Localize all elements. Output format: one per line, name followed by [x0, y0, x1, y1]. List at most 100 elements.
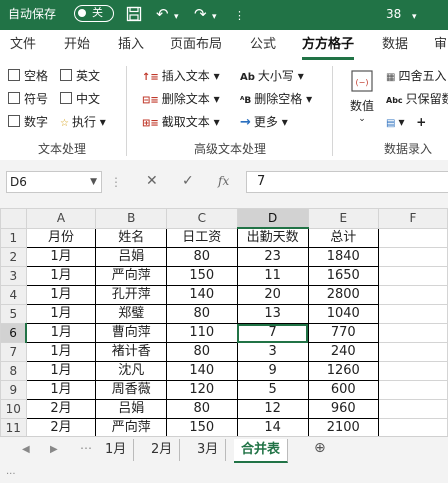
cell[interactable]: 严向萍 — [95, 418, 167, 436]
sheet-tab-mar[interactable]: 3月 — [190, 439, 227, 461]
select-all-corner[interactable] — [0, 208, 27, 229]
cell[interactable]: 13 — [236, 304, 309, 324]
cell[interactable]: 140 — [166, 361, 238, 381]
cell-empty[interactable] — [377, 304, 448, 324]
insert-function-icon[interactable]: fx — [218, 172, 229, 190]
tab-data[interactable]: 数据 — [382, 37, 408, 53]
extract-text-button[interactable]: ⊞≡ 截取文本 ▾ — [142, 114, 220, 132]
cell-empty[interactable] — [377, 342, 448, 362]
delete-text-button[interactable]: ⊟≡ 删除文本 ▾ — [142, 91, 220, 109]
row-header[interactable]: 7 — [0, 342, 27, 362]
cell[interactable]: 曹向萍 — [95, 323, 167, 343]
checkbox-symbol[interactable]: 符号 — [8, 91, 48, 107]
cell-empty[interactable] — [377, 399, 448, 419]
case-button[interactable]: Ab 大小写 ▾ — [240, 68, 304, 86]
column-header-c[interactable]: C — [166, 208, 238, 229]
cell[interactable]: 1260 — [307, 361, 379, 381]
cell[interactable]: 600 — [307, 380, 379, 400]
cell[interactable]: 960 — [307, 399, 379, 419]
add-sheet-icon[interactable]: ⊕ — [314, 440, 326, 456]
cell[interactable]: 1月 — [25, 247, 97, 267]
cell[interactable]: 严向萍 — [95, 266, 167, 286]
row-header[interactable]: 5 — [0, 304, 27, 324]
cell[interactable]: 总计 — [307, 227, 379, 248]
row-header[interactable]: 1 — [0, 227, 27, 248]
cell[interactable]: 2月 — [25, 399, 97, 419]
cell[interactable]: 110 — [166, 323, 238, 343]
cancel-icon[interactable]: ✕ — [146, 172, 158, 190]
round-button[interactable]: ▦ 四舍五入 — [386, 68, 446, 86]
cell-empty[interactable] — [377, 266, 448, 286]
column-header-b[interactable]: B — [95, 208, 167, 229]
column-header-f[interactable]: F — [377, 208, 448, 229]
column-header-d[interactable]: D — [236, 208, 309, 229]
cell[interactable]: 1月 — [25, 342, 97, 362]
cell[interactable]: 23 — [236, 247, 309, 267]
remove-space-button[interactable]: ᴬB 删除空格 ▾ — [240, 91, 312, 109]
row-header[interactable]: 10 — [0, 399, 27, 419]
sheet-tab-feb[interactable]: 2月 — [144, 439, 181, 461]
execute-button[interactable]: ☆ 执行 ▾ — [60, 114, 106, 132]
cell[interactable]: 1月 — [25, 361, 97, 381]
cell[interactable]: 2800 — [307, 285, 379, 305]
cell[interactable]: 2月 — [25, 418, 97, 436]
redo-dropdown-icon[interactable]: ▾ — [212, 9, 217, 25]
customize-icon[interactable]: ⋮ — [234, 8, 245, 24]
plus-icon[interactable]: + — [416, 115, 426, 129]
cell[interactable]: 1040 — [307, 304, 379, 324]
redo-icon[interactable]: ↷ — [194, 6, 207, 22]
cell[interactable]: 月份 — [25, 227, 97, 248]
tab-file[interactable]: 文件 — [10, 37, 36, 53]
name-box[interactable]: D6 ▼ — [6, 171, 102, 193]
tab-fangfang[interactable]: 方方格子 — [302, 37, 355, 60]
cell[interactable]: 150 — [166, 418, 238, 436]
cell[interactable]: 周香薇 — [95, 380, 167, 400]
edit-button[interactable]: ▤ ▾ + — [386, 114, 426, 132]
cell[interactable]: 80 — [166, 247, 238, 267]
cell[interactable]: 姓名 — [95, 227, 167, 248]
cell[interactable]: 孔开萍 — [95, 285, 167, 305]
cell[interactable]: 140 — [166, 285, 238, 305]
prev-sheet-icon[interactable]: ◀ — [22, 444, 30, 455]
cell[interactable]: 20 — [236, 285, 309, 305]
row-header[interactable]: 9 — [0, 380, 27, 400]
cell-empty[interactable] — [377, 227, 448, 248]
more-button[interactable]: → 更多 ▾ — [240, 114, 288, 131]
cell-empty[interactable] — [377, 380, 448, 400]
checkbox-chinese[interactable]: 中文 — [60, 91, 100, 107]
tab-page-layout[interactable]: 页面布局 — [170, 37, 222, 53]
tab-insert[interactable]: 插入 — [118, 37, 144, 53]
keep-number-button[interactable]: Abc 只保留数 — [386, 91, 448, 109]
cell[interactable]: 1月 — [25, 304, 97, 324]
row-header[interactable]: 4 — [0, 285, 27, 305]
cell[interactable]: 5 — [236, 380, 309, 400]
active-cell[interactable]: 7 — [236, 323, 309, 343]
formula-input[interactable]: 7 — [246, 171, 448, 193]
cell[interactable]: 240 — [307, 342, 379, 362]
row-header[interactable]: 3 — [0, 266, 27, 286]
cell[interactable]: 1840 — [307, 247, 379, 267]
cell[interactable]: 770 — [307, 323, 379, 343]
row-header[interactable]: 11 — [0, 418, 27, 436]
cell[interactable]: 150 — [166, 266, 238, 286]
cell-empty[interactable] — [377, 247, 448, 267]
numeric-button[interactable]: (−) 数值 ⌄ — [344, 68, 380, 128]
tab-home[interactable]: 开始 — [64, 37, 90, 53]
save-icon[interactable] — [126, 6, 142, 25]
undo-dropdown-icon[interactable]: ▾ — [174, 9, 179, 25]
cell[interactable]: 1月 — [25, 266, 97, 286]
chevron-down-icon[interactable]: ▼ — [90, 172, 97, 192]
cell[interactable]: 2100 — [307, 418, 379, 436]
cell[interactable]: 1650 — [307, 266, 379, 286]
cell[interactable]: 吕娟 — [95, 399, 167, 419]
undo-icon[interactable]: ↶ — [156, 6, 169, 22]
insert-text-button[interactable]: ↑≡ 插入文本 ▾ — [142, 68, 220, 86]
title-dropdown-icon[interactable]: ▾ — [412, 9, 417, 25]
cell[interactable]: 80 — [166, 342, 238, 362]
cell[interactable]: 11 — [236, 266, 309, 286]
tab-formulas[interactable]: 公式 — [250, 37, 276, 53]
next-sheet-icon[interactable]: ▶ — [50, 444, 58, 455]
row-header[interactable]: 8 — [0, 361, 27, 381]
cell[interactable]: 1月 — [25, 323, 97, 343]
cell[interactable]: 9 — [236, 361, 309, 381]
